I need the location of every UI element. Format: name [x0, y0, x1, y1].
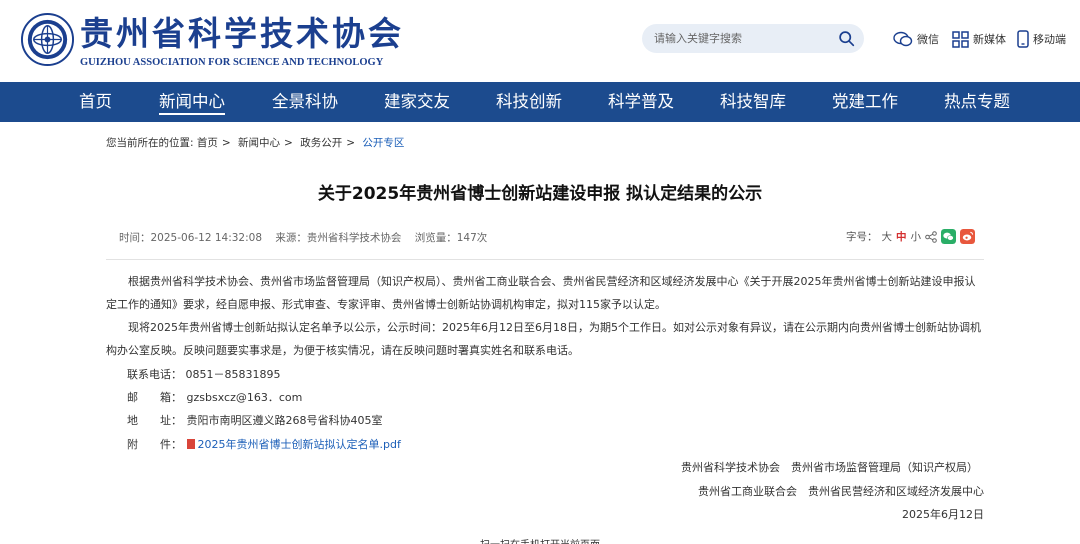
wechat-label: 微信	[917, 33, 939, 46]
nav-item-innovation[interactable]: 科技创新	[496, 82, 562, 122]
phone-label: 联系电话：	[127, 368, 182, 381]
search-icon[interactable]	[838, 30, 855, 47]
article-meta: 时间：2025-06-12 14:32:08 来源：贵州省科学技术协会 浏览量：…	[119, 230, 497, 245]
new-media-label: 新媒体	[973, 33, 1006, 46]
qr-code-hint: 扫一扫在手机打开当前页面	[0, 536, 1080, 544]
attachment-row: 附 件： 2025年贵州省博士创新站拟认定名单.pdf	[127, 436, 401, 452]
attachment-link[interactable]: 2025年贵州省博士创新站拟认定名单.pdf	[186, 438, 401, 451]
site-header: 贵州省科学技术协会 GUIZHOU ASSOCIATION FOR SCIENC…	[0, 0, 1080, 82]
nav-item-news[interactable]: 新闻中心	[159, 82, 225, 122]
mobile-phone-icon	[1017, 30, 1029, 48]
wechat-icon	[893, 31, 913, 47]
new-media-link[interactable]: 新媒体	[952, 29, 1006, 49]
mobile-label: 移动端	[1033, 33, 1066, 46]
signature-line-1: 贵州省科学技术协会 贵州省市场监督管理局（知识产权局）	[681, 461, 978, 474]
logo-subtitle: GUIZHOU ASSOCIATION FOR SCIENCE AND TECH…	[80, 57, 384, 68]
phone-value: 0851－85831895	[185, 368, 281, 381]
nav-item-party[interactable]: 党建工作	[832, 82, 898, 122]
address-value: 贵阳市南明区遵义路268号省科协405室	[186, 414, 383, 427]
mobile-link[interactable]: 移动端	[1017, 29, 1066, 49]
view-count: 浏览量：147次	[414, 232, 488, 244]
nav-item-topics[interactable]: 热点专题	[944, 82, 1010, 122]
share-icon[interactable]	[925, 230, 937, 243]
nav-item-home-friends[interactable]: 建家交友	[384, 82, 450, 122]
attachment-label: 附 件：	[127, 438, 182, 451]
address-label: 地 址：	[127, 414, 182, 427]
font-size-large[interactable]: 大	[882, 229, 893, 244]
breadcrumb-prefix: 您当前所在的位置:	[106, 137, 194, 149]
contact-email: 邮 箱： gzsbsxcz@163．com	[127, 389, 302, 405]
font-size-small[interactable]: 小	[911, 229, 922, 244]
font-size-medium[interactable]: 中	[896, 229, 907, 244]
email-label: 邮 箱：	[127, 391, 182, 404]
wechat-link[interactable]: 微信	[893, 29, 939, 49]
breadcrumb: 您当前所在的位置: 首页 > 新闻中心 > 政务公开 > 公开专区	[106, 137, 405, 149]
article-source: 来源：贵州省科学技术协会	[275, 232, 402, 244]
contact-address: 地 址： 贵阳市南明区遵义路268号省科协405室	[127, 412, 383, 428]
attachment-filename: 2025年贵州省博士创新站拟认定名单.pdf	[197, 438, 401, 451]
nav-item-think-tank[interactable]: 科技智库	[720, 82, 786, 122]
nav-item-overview[interactable]: 全景科协	[272, 82, 338, 122]
font-size-label: 字号：	[846, 231, 878, 243]
paragraph-2: 现将2025年贵州省博士创新站拟认定名单予以公示，公示时间：2025年6月12日…	[106, 321, 981, 357]
grid-icon	[952, 30, 969, 48]
search-input[interactable]	[654, 28, 834, 49]
signature-date: 2025年6月12日	[902, 508, 984, 521]
breadcrumb-current[interactable]: 公开专区	[362, 137, 404, 149]
search-box	[642, 24, 864, 53]
publish-time: 时间：2025-06-12 14:32:08	[119, 232, 263, 244]
main-nav: 首页 新闻中心 全景科协 建家交友 科技创新 科学普及 科技智库 党建工作 热点…	[0, 82, 1080, 122]
pdf-icon	[186, 439, 195, 449]
logo-title[interactable]: 贵州省科学技术协会	[80, 12, 404, 56]
weibo-share-icon[interactable]	[960, 229, 975, 244]
signature-line-2: 贵州省工商业联合会 贵州省民营经济和区域经济发展中心	[698, 485, 984, 498]
email-value: gzsbsxcz@163．com	[186, 391, 303, 404]
association-logo-icon[interactable]	[20, 12, 75, 67]
article-title: 关于2025年贵州省博士创新站建设申报 拟认定结果的公示	[317, 184, 763, 204]
meta-divider	[106, 259, 984, 260]
breadcrumb-news[interactable]: 新闻中心	[238, 137, 280, 149]
wechat-share-icon[interactable]	[941, 229, 956, 244]
nav-item-home[interactable]: 首页	[79, 82, 112, 122]
contact-phone: 联系电话： 0851－85831895	[127, 366, 280, 382]
breadcrumb-home[interactable]: 首页	[197, 137, 218, 149]
breadcrumb-gov[interactable]: 政务公开	[300, 137, 342, 149]
paragraph-1: 根据贵州省科学技术协会、贵州省市场监督管理局（知识产权局）、贵州省工商业联合会、…	[106, 275, 976, 311]
font-size-control: 字号： 大 中 小	[846, 229, 975, 244]
nav-item-popularization[interactable]: 科学普及	[608, 82, 674, 122]
